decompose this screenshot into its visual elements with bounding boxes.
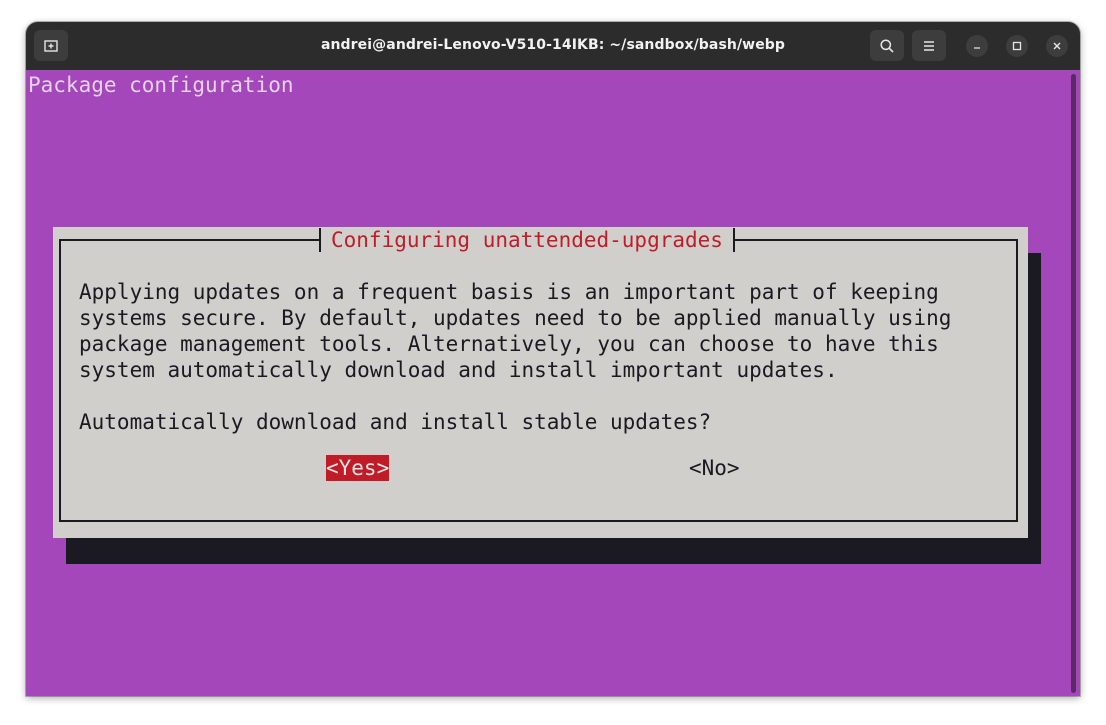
hamburger-menu-icon	[924, 40, 934, 51]
dialog-message-line: Applying updates on a frequent basis is …	[79, 280, 939, 304]
dialog-question: Automatically download and install stabl…	[79, 410, 712, 434]
scrollbar[interactable]	[1071, 74, 1076, 693]
search-icon	[880, 38, 894, 53]
package-configuration-header: Package configuration	[28, 73, 294, 97]
yes-button[interactable]: <Yes>	[326, 455, 390, 481]
maximize-button[interactable]	[1006, 35, 1028, 57]
minimize-button[interactable]	[966, 35, 988, 57]
close-icon	[1053, 42, 1061, 50]
title-bar: andrei@andrei-Lenovo-V510-14IKB: ~/sandb…	[26, 22, 1080, 70]
dialog-title-box: Configuring unattended-upgrades	[319, 228, 735, 252]
terminal-window: andrei@andrei-Lenovo-V510-14IKB: ~/sandb…	[26, 22, 1080, 696]
search-button[interactable]	[870, 30, 904, 61]
dialog-message-line: system automatically download and instal…	[79, 358, 838, 382]
dialog-title: Configuring unattended-upgrades	[331, 228, 723, 252]
dialog-message-line: package management tools. Alternatively,…	[79, 332, 939, 356]
terminal-area[interactable]: Package configuration Configuring unatte…	[26, 70, 1080, 696]
close-button[interactable]	[1046, 35, 1068, 57]
dialog-spacer: ​	[79, 383, 951, 409]
maximize-icon	[1012, 41, 1022, 51]
debconf-dialog: Configuring unattended-upgrades Applying…	[53, 227, 1028, 538]
dialog-message-line: systems secure. By default, updates need…	[79, 306, 952, 330]
no-button[interactable]: <No>	[689, 455, 740, 481]
minimize-icon	[974, 47, 980, 49]
menu-button[interactable]	[912, 30, 946, 61]
dialog-message: Applying updates on a frequent basis is …	[79, 279, 951, 435]
